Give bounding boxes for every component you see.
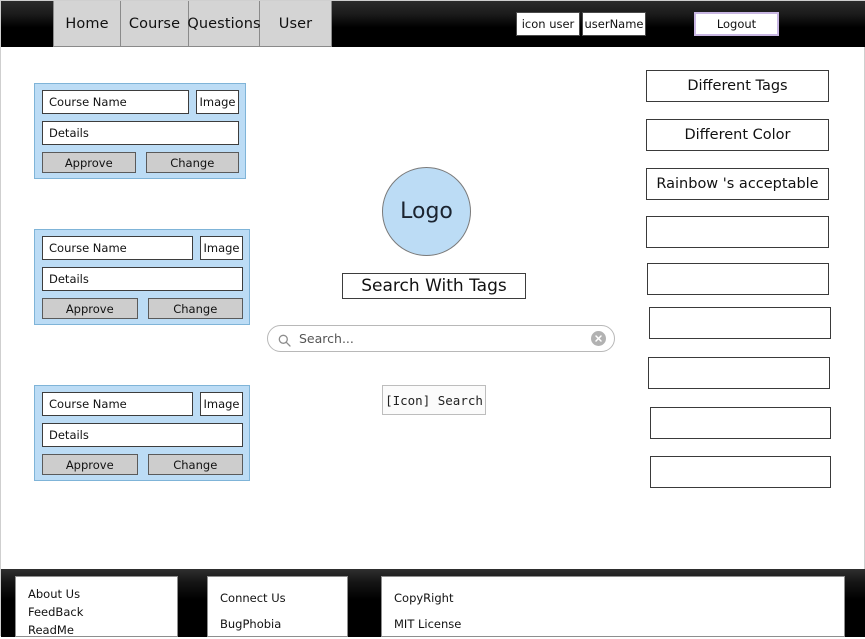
footer-panel: About Us FeedBack ReadMe — [15, 576, 178, 637]
tag-box[interactable] — [646, 216, 829, 248]
card-top-row: Course Name Image — [42, 236, 243, 260]
search-bar[interactable] — [267, 325, 615, 352]
footer-link[interactable]: About Us — [28, 585, 177, 603]
logo: Logo — [382, 167, 471, 256]
footer-panel: Connect Us BugPhobia — [207, 576, 348, 637]
search-with-tags-button[interactable]: Search With Tags — [342, 273, 526, 299]
footer-link[interactable]: FeedBack — [28, 603, 177, 621]
card-top-row: Course Name Image — [42, 392, 243, 416]
user-icon-box[interactable]: icon user — [516, 12, 580, 36]
nav-tab-home[interactable]: Home — [53, 1, 121, 47]
footer-link[interactable]: BugPhobia — [220, 611, 347, 637]
course-card: Course Name Image Details Approve Change — [34, 385, 250, 481]
approve-button[interactable]: Approve — [42, 298, 138, 319]
card-button-row: Approve Change — [42, 152, 239, 173]
nav-tab-questions[interactable]: Questions — [187, 1, 261, 47]
course-name-field[interactable]: Course Name — [42, 90, 189, 114]
card-button-row: Approve Change — [42, 454, 243, 475]
search-icon — [278, 332, 291, 347]
tag-box[interactable]: Rainbow 's acceptable — [646, 168, 829, 200]
logout-button[interactable]: Logout — [694, 12, 779, 36]
change-button[interactable]: Change — [145, 152, 239, 173]
footer-link[interactable]: CopyRight — [394, 585, 844, 611]
change-button[interactable]: Change — [147, 454, 243, 475]
tag-box[interactable] — [650, 456, 831, 488]
card-button-row: Approve Change — [42, 298, 243, 319]
clear-icon[interactable] — [591, 331, 606, 346]
search-button[interactable]: [Icon] Search — [382, 385, 486, 415]
footer-link[interactable]: MIT License — [394, 611, 844, 637]
tag-box[interactable] — [647, 263, 829, 295]
course-details-field[interactable]: Details — [42, 121, 239, 145]
tag-box[interactable]: Different Color — [646, 119, 829, 151]
course-image-box[interactable]: Image — [196, 90, 239, 114]
nav-tab-list: Home Course Questions User — [53, 1, 332, 47]
course-card: Course Name Image Details Approve Change — [34, 229, 250, 325]
course-image-box[interactable]: Image — [200, 392, 243, 416]
course-name-field[interactable]: Course Name — [42, 392, 193, 416]
footer-link[interactable]: ReadMe — [28, 621, 177, 639]
nav-tab-course[interactable]: Course — [121, 1, 189, 47]
approve-button[interactable]: Approve — [42, 152, 136, 173]
approve-button[interactable]: Approve — [42, 454, 138, 475]
course-details-field[interactable]: Details — [42, 267, 243, 291]
tag-box[interactable]: Different Tags — [646, 70, 829, 102]
course-details-field[interactable]: Details — [42, 423, 243, 447]
nav-user-group: icon user userName — [516, 12, 646, 36]
nav-tab-user[interactable]: User — [260, 1, 332, 47]
card-top-row: Course Name Image — [42, 90, 239, 114]
tag-box[interactable] — [648, 357, 830, 389]
footer-panel: CopyRight MIT License — [381, 576, 845, 637]
course-image-box[interactable]: Image — [200, 236, 243, 260]
tag-box[interactable] — [650, 407, 831, 439]
username-box[interactable]: userName — [582, 12, 646, 36]
footer-link[interactable]: Connect Us — [220, 585, 347, 611]
page-root: Home Course Questions User icon user userNa… — [0, 0, 865, 637]
top-navbar: Home Course Questions User icon user userNa… — [1, 1, 865, 47]
change-button[interactable]: Change — [147, 298, 243, 319]
course-name-field[interactable]: Course Name — [42, 236, 193, 260]
course-card: Course Name Image Details Approve Change — [34, 83, 246, 179]
search-input[interactable] — [291, 330, 591, 347]
tag-box[interactable] — [649, 307, 831, 339]
